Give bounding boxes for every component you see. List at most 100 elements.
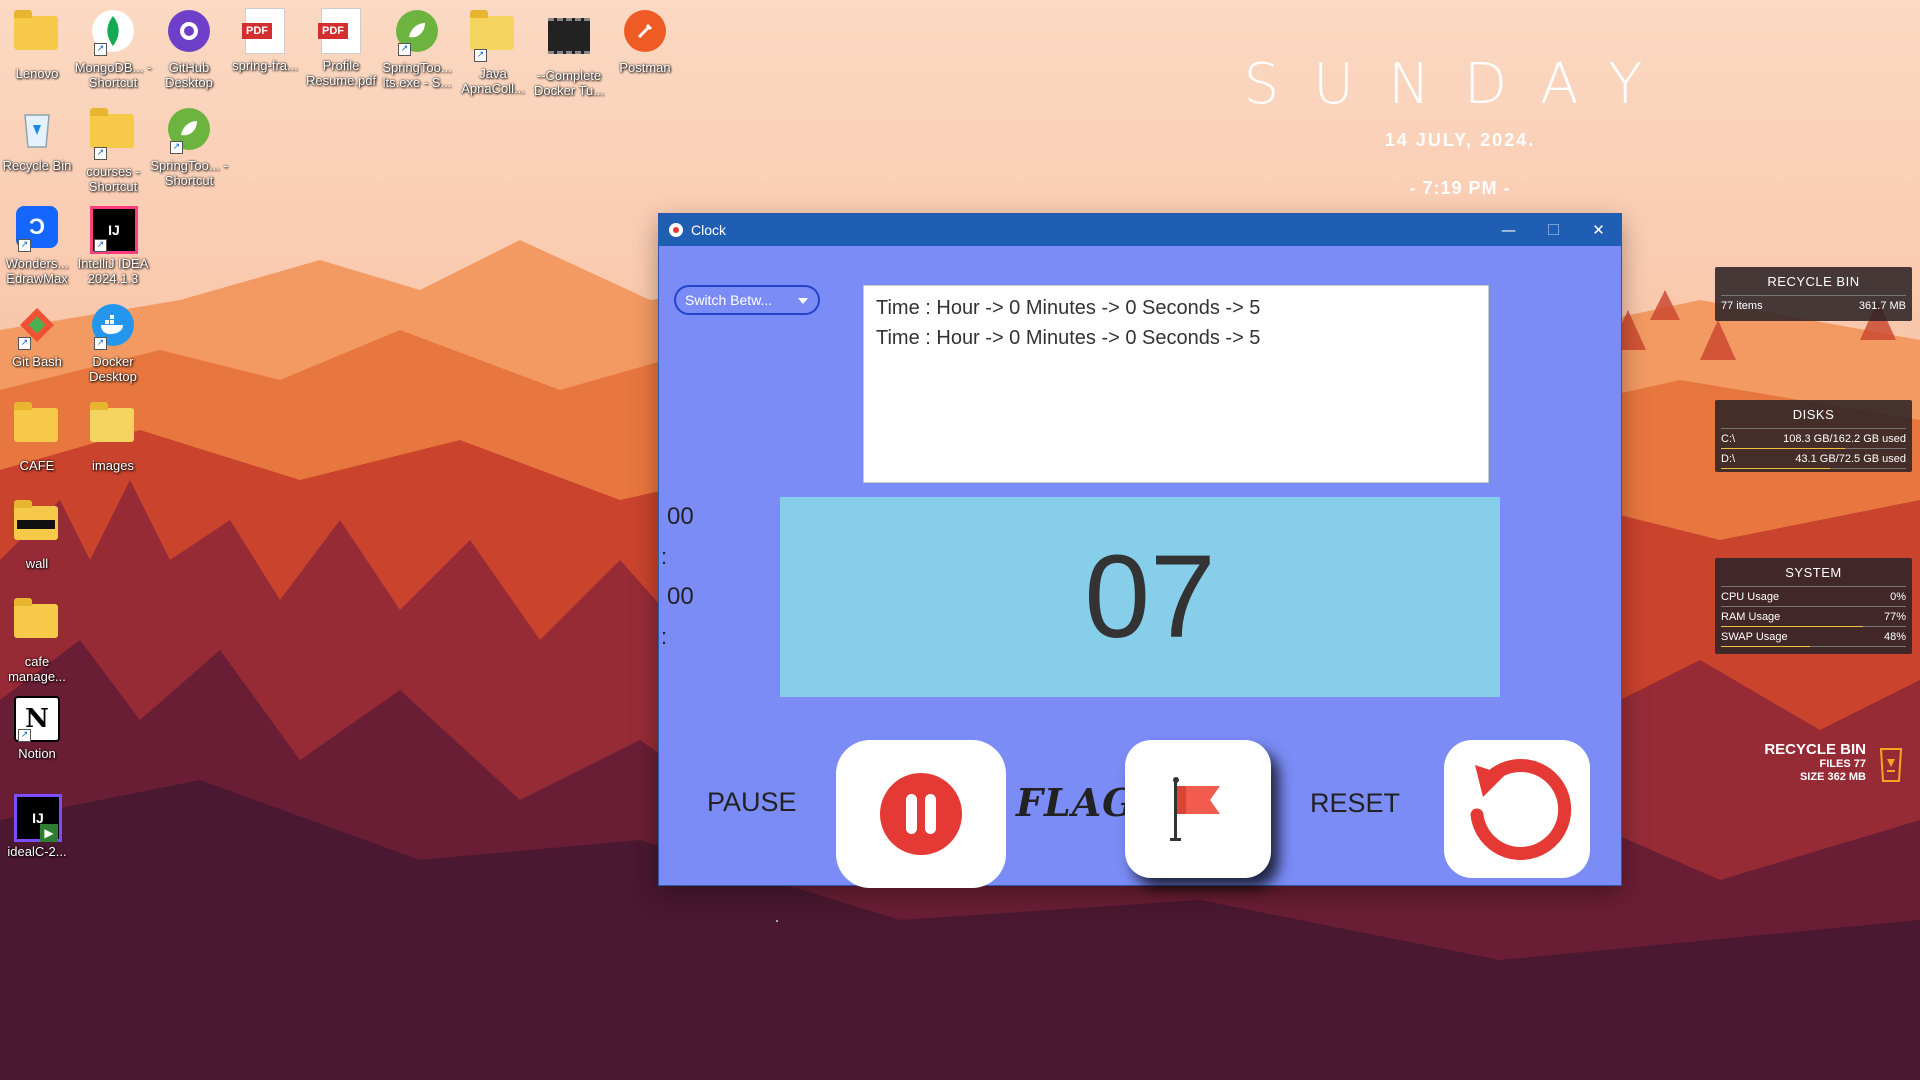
time-separator: : xyxy=(661,544,668,569)
desktop-icon-courses[interactable]: ↗ courses - Shortcut xyxy=(74,106,152,194)
desktop-icon-edrawmax[interactable]: Ɔ ↗ Wonders... EdrawMax xyxy=(0,204,76,286)
recycle-bin-text-widget[interactable]: RECYCLE BIN FILES 77 SIZE 362 MB xyxy=(1740,741,1910,784)
reset-label: RESET xyxy=(1310,788,1401,818)
clock-window: Clock — ☐ ✕ Switch Betw... Time : Hour -… xyxy=(659,214,1621,888)
desktop-icon-docker[interactable]: ↗ Docker Desktop xyxy=(74,302,152,384)
desktop-icon-label: SpringToo... - Shortcut xyxy=(150,158,228,188)
shortcut-arrow-icon: ↗ xyxy=(94,239,107,252)
swap-usage-label: SWAP Usage xyxy=(1721,631,1788,643)
folder-icon xyxy=(14,500,58,540)
seconds-display: 07 xyxy=(1084,531,1216,663)
shortcut-arrow-icon: ↗ xyxy=(18,337,31,350)
folder-icon xyxy=(90,402,134,442)
folder-icon xyxy=(90,108,134,148)
desktop-icon-mongodb[interactable]: ↗ MongoDB... - Shortcut xyxy=(74,8,152,90)
shortcut-arrow-icon: ↗ xyxy=(170,141,183,154)
desktop-icon-cafe[interactable]: CAFE xyxy=(0,400,76,473)
desktop-icon-java-apnacollege[interactable]: ↗ Java ApnaColl... xyxy=(454,8,532,96)
flag-icon xyxy=(1170,777,1220,841)
desktop-icon-label: Java ApnaColl... xyxy=(461,66,525,96)
maximize-button[interactable]: ☐ xyxy=(1531,214,1576,246)
desktop-icon-cafe-management[interactable]: cafe manage... xyxy=(0,596,76,684)
reset-icon xyxy=(1470,759,1572,860)
desktop-icon-springtools-exe[interactable]: ↗ SpringToo... lts.exe - S... xyxy=(378,8,456,90)
mode-select[interactable]: Switch Betw... xyxy=(674,285,820,315)
desktop-icon-label: MongoDB... - Shortcut xyxy=(74,60,152,90)
desktop-icon-notion[interactable]: N ↗ Notion xyxy=(0,694,76,761)
cpu-usage-label: CPU Usage xyxy=(1721,591,1780,603)
close-button[interactable]: ✕ xyxy=(1576,214,1621,246)
desktop-icon-idea-installer[interactable]: IJ ▶ idealC-2... xyxy=(0,792,76,859)
disk-row-d[interactable]: D:\ 43.1 GB/72.5 GB used xyxy=(1715,449,1912,468)
shortcut-arrow-icon: ↗ xyxy=(398,43,411,56)
cpu-usage-value: 0% xyxy=(1890,591,1906,603)
shortcut-arrow-icon: ↗ xyxy=(18,239,31,252)
shortcut-arrow-icon: ↗ xyxy=(94,337,107,350)
desktop-icon-spring-pdf[interactable]: PDF spring-fra... xyxy=(226,8,304,73)
disk-row-c[interactable]: C:\ 108.3 GB/162.2 GB used xyxy=(1715,429,1912,448)
desktop-icon-label: cafe manage... xyxy=(8,654,66,684)
flag-label: FLAG xyxy=(1016,780,1136,825)
desktop-icon-label: images xyxy=(92,458,134,473)
desktop-icon-label: IntelliJ IDEA 2024.1.3 xyxy=(77,256,149,286)
desktop-icon-label: spring-fra... xyxy=(232,58,298,73)
disks-widget: DISKS C:\ 108.3 GB/162.2 GB used D:\ 43.… xyxy=(1715,400,1912,472)
desktop-icon-label: Notion xyxy=(18,746,56,761)
date-text: 14 JULY, 2024. xyxy=(1384,130,1536,150)
desktop-icon-label: --Complete Docker Tu... xyxy=(533,68,605,98)
recycle-bin-items: 77 items xyxy=(1721,300,1763,312)
desktop-icon-docker-tutorial[interactable]: --Complete Docker Tu... xyxy=(530,8,608,98)
minutes-display: 00 xyxy=(667,583,694,610)
chevron-down-icon xyxy=(798,298,808,304)
desktop-icon-label: Git Bash xyxy=(12,354,62,369)
video-icon xyxy=(548,18,590,54)
install-arrow-icon: ▶ xyxy=(40,824,58,842)
desktop-icon-label: Docker Desktop xyxy=(89,354,137,384)
disk-usage: 108.3 GB/162.2 GB used xyxy=(1783,433,1906,445)
desktop-icon-github[interactable]: GitHub Desktop xyxy=(150,8,228,90)
reset-button[interactable] xyxy=(1444,740,1590,878)
shortcut-arrow-icon: ↗ xyxy=(18,729,31,742)
recycle-bin-title: RECYCLE BIN xyxy=(1764,741,1866,758)
github-icon xyxy=(168,10,210,52)
recycle-bin-widget[interactable]: RECYCLE BIN 77 items 361.7 MB xyxy=(1715,267,1912,321)
folder-icon xyxy=(14,598,58,638)
desktop-icon-lenovo[interactable]: Lenovo xyxy=(0,8,76,81)
desktop-icon-images[interactable]: images xyxy=(74,400,152,473)
desktop-icon-recycle-bin[interactable]: Recycle Bin xyxy=(0,106,76,173)
swap-usage-bar xyxy=(1721,646,1906,647)
lap-list[interactable]: Time : Hour -> 0 Minutes -> 0 Seconds ->… xyxy=(863,285,1489,483)
seconds-panel: 07 xyxy=(780,497,1500,697)
window-titlebar[interactable]: Clock — ☐ ✕ xyxy=(659,214,1621,246)
desktop-icon-wall[interactable]: wall xyxy=(0,498,76,571)
desktop-icon-intellij[interactable]: IJ ↗ IntelliJ IDEA 2024.1.3 xyxy=(74,204,152,286)
folder-icon xyxy=(470,10,514,50)
pause-button[interactable] xyxy=(836,740,1006,888)
flag-button[interactable] xyxy=(1125,740,1271,878)
disk-name: C:\ xyxy=(1721,433,1736,445)
desktop-icon-label: Profile Resume.pdf xyxy=(305,58,377,88)
desktop-icon-label: courses - Shortcut xyxy=(86,164,140,194)
system-widget: SYSTEM CPU Usage 0% RAM Usage 77% SWAP U… xyxy=(1715,558,1912,654)
minimize-button[interactable]: — xyxy=(1486,214,1531,246)
desktop-icon-git-bash[interactable]: ↗ Git Bash xyxy=(0,302,76,369)
desktop-dot xyxy=(776,920,778,922)
desktop-icon-label: Wonders... EdrawMax xyxy=(5,256,69,286)
disk-name: D:\ xyxy=(1721,453,1736,465)
desktop-icon-profile-resume[interactable]: PDF Profile Resume.pdf xyxy=(302,8,380,88)
pdf-icon: PDF xyxy=(318,8,361,54)
clock-app-icon xyxy=(669,223,683,237)
disk-usage: 43.1 GB/72.5 GB used xyxy=(1795,453,1906,465)
desktop-icon-label: CAFE xyxy=(19,458,55,473)
widget-title: DISKS xyxy=(1792,407,1835,422)
shortcut-arrow-icon: ↗ xyxy=(94,147,107,160)
desktop-icon-postman[interactable]: Postman xyxy=(606,8,684,75)
desktop-icon-springtools-shortcut[interactable]: ↗ SpringToo... - Shortcut xyxy=(150,106,228,188)
window-title: Clock xyxy=(691,222,727,238)
time-text: - 7:19 PM - xyxy=(1409,178,1511,198)
list-item: Time : Hour -> 0 Minutes -> 0 Seconds ->… xyxy=(876,327,1261,349)
pause-icon xyxy=(880,773,962,855)
hours-display: 00 xyxy=(667,503,694,530)
desktop-icon-label: Lenovo xyxy=(15,66,59,81)
desktop-icon-label: wall xyxy=(25,556,49,571)
